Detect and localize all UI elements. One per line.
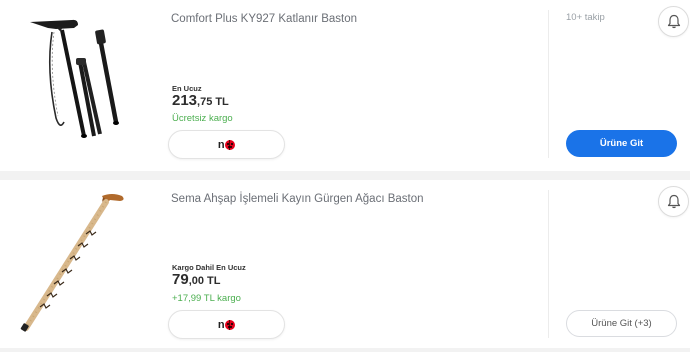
product-image-folding-cane[interactable] — [14, 10, 132, 140]
product-card: Comfort Plus KY927 Katlanır Baston En Uc… — [0, 0, 690, 171]
divider — [548, 190, 549, 338]
n11-logo: n — [217, 138, 236, 151]
price-currency: TL — [215, 96, 229, 108]
wooden-cane-icon — [20, 194, 124, 332]
seller-chip-n11[interactable]: n — [168, 310, 285, 339]
price-integer: 213 — [172, 92, 198, 109]
shipping-info: +17,99 TL kargo — [172, 293, 241, 304]
ladybug-icon — [225, 139, 236, 150]
n11-logo: n — [217, 318, 236, 331]
product-price: 79,00 TL — [172, 271, 220, 289]
folding-cane-icon — [30, 19, 119, 138]
results-page: Comfort Plus KY927 Katlanır Baston En Uc… — [0, 0, 690, 352]
follow-bell-button[interactable] — [658, 186, 689, 217]
ladybug-icon — [225, 319, 236, 330]
product-card: Sema Ahşap İşlemeli Kayın Gürgen Ağacı B… — [0, 180, 690, 348]
seller-logo-text: n — [217, 318, 225, 331]
price-integer: 79 — [172, 271, 189, 288]
product-image-wooden-cane[interactable] — [14, 188, 132, 336]
product-title[interactable]: Sema Ahşap İşlemeli Kayın Gürgen Ağacı B… — [171, 193, 424, 205]
price-currency: TL — [206, 275, 221, 287]
divider — [548, 10, 549, 158]
shipping-info: Ücretsiz kargo — [172, 113, 233, 124]
seller-logo-text: n — [217, 138, 225, 151]
bell-icon — [667, 194, 680, 209]
bell-icon — [667, 14, 680, 29]
seller-chip-n11[interactable]: n — [168, 130, 285, 159]
price-decimal: ,00 — [188, 275, 204, 287]
follow-bell-button[interactable] — [658, 6, 689, 37]
follow-count: 10+ takip — [566, 12, 605, 23]
price-decimal: ,75 — [197, 96, 213, 108]
product-title[interactable]: Comfort Plus KY927 Katlanır Baston — [171, 13, 357, 25]
go-to-product-button[interactable]: Ürüne Git (+3) — [566, 310, 677, 337]
product-price: 213,75 TL — [172, 92, 229, 110]
go-to-product-button[interactable]: Ürüne Git — [566, 130, 677, 157]
